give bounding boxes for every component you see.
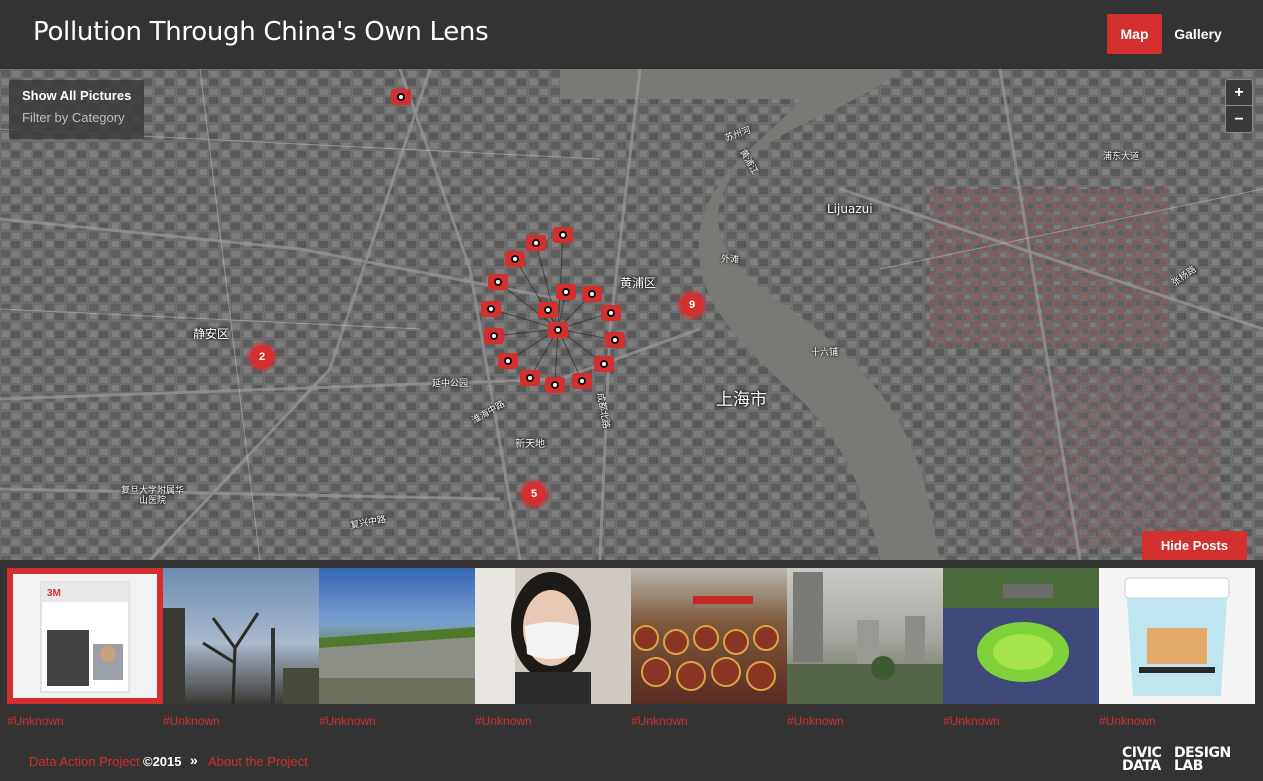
area-label-xintiandi: 新天地	[515, 439, 545, 450]
gallery-item[interactable]: #Unknown	[631, 568, 787, 728]
mask-box-illustration: 3M	[40, 581, 130, 693]
gallery-item-tag[interactable]: #Unknown	[163, 714, 220, 728]
island-illustration	[943, 568, 1099, 682]
gallery-item[interactable]: 3M #Unknown	[7, 568, 163, 728]
smoggy-city-photo[interactable]	[787, 568, 943, 704]
woman-mask-photo[interactable]	[475, 568, 631, 704]
gallery-item-tag[interactable]: #Unknown	[943, 714, 1000, 728]
zoom-out-button[interactable]: −	[1226, 107, 1252, 133]
photo-pin[interactable]	[594, 356, 614, 372]
photo-pin[interactable]	[545, 377, 565, 393]
bad-air-sponge-photo[interactable]	[1099, 568, 1255, 704]
gallery-item[interactable]: #Unknown	[787, 568, 943, 728]
photo-pin[interactable]	[572, 373, 592, 389]
site-footer: Data Action Project ©2015 » About the Pr…	[0, 730, 1263, 781]
area-label-shiliupu: 十六铺	[811, 348, 839, 358]
photo-pin[interactable]	[582, 286, 602, 302]
photo-pin[interactable]	[484, 328, 504, 344]
photo-cluster[interactable]: 5	[519, 479, 549, 509]
gallery-item-tag[interactable]: #Unknown	[319, 714, 376, 728]
gallery-item-tag[interactable]: #Unknown	[631, 714, 688, 728]
photo-pin[interactable]	[601, 305, 621, 321]
area-label-waitan: 外滩	[721, 255, 740, 265]
photo-pin[interactable]	[520, 370, 540, 386]
city-skyline-illustration	[787, 572, 943, 704]
satellite-map-background[interactable]	[0, 69, 1263, 560]
area-label-fudan: 复旦大学附属华 山医院	[121, 486, 185, 506]
photo-pin[interactable]	[538, 302, 558, 318]
site-title[interactable]: Pollution Through China's Own Lens	[33, 17, 489, 47]
gallery-item[interactable]: #Unknown	[319, 568, 475, 728]
photo-cluster[interactable]: 9	[677, 290, 707, 320]
logo-word-data: DATA	[1122, 758, 1161, 774]
site-header: Pollution Through China's Own Lens Map G…	[0, 0, 1263, 69]
nav-map-button[interactable]: Map	[1107, 14, 1162, 54]
civic-data-design-lab-logo[interactable]: CIVIC DESIGN DATA LAB	[1122, 746, 1231, 774]
gallery-item-tag[interactable]: #Unknown	[475, 714, 532, 728]
crowd-ceremony-photo[interactable]	[631, 568, 787, 704]
photo-pin[interactable]	[553, 227, 573, 243]
sky-tree-photo[interactable]	[163, 568, 319, 704]
photo-pin[interactable]	[505, 251, 525, 267]
gallery-item[interactable]: #Unknown	[1099, 568, 1255, 728]
road-label-pudong: 浦东大道	[1103, 152, 1140, 162]
breadcrumb-separator: »	[190, 752, 198, 768]
nav-gallery-link[interactable]: Gallery	[1170, 14, 1226, 54]
map-view[interactable]: 静安区 黄浦区 上海市 Lijuazui 新天地 复旦大学附属华 山医院 延中公…	[0, 69, 1263, 560]
wall-illustration	[319, 627, 475, 704]
gallery-item[interactable]: #Unknown	[475, 568, 631, 728]
photo-gallery-strip: 3M #Unknown #Unknown #Unknown #Unknown #…	[0, 560, 1263, 730]
tree-silhouette	[163, 608, 319, 704]
photo-pin[interactable]	[548, 322, 568, 338]
copyright-text: ©2015	[143, 754, 182, 769]
photo-pin[interactable]	[481, 301, 501, 317]
gallery-item-tag[interactable]: #Unknown	[1099, 714, 1156, 728]
green-island-photo[interactable]	[943, 568, 1099, 704]
photo-cluster[interactable]: 2	[247, 342, 277, 372]
zoom-control: + −	[1225, 79, 1253, 133]
show-all-pictures-button[interactable]: Show All Pictures	[22, 88, 131, 103]
svg-text:3M: 3M	[47, 588, 61, 599]
gallery-item[interactable]: #Unknown	[943, 568, 1099, 728]
photo-pin[interactable]	[556, 284, 576, 300]
gallery-item[interactable]: #Unknown	[163, 568, 319, 728]
gallery-item-tag[interactable]: #Unknown	[787, 714, 844, 728]
area-label-yanan: 延中公园	[432, 379, 469, 389]
wall-garden-photo[interactable]	[319, 568, 475, 704]
zoom-in-button[interactable]: +	[1226, 80, 1252, 106]
photo-pin[interactable]	[488, 274, 508, 290]
filter-by-category-dropdown[interactable]: Filter by Category	[22, 110, 125, 125]
mask-box-photo[interactable]: 3M	[7, 568, 163, 704]
area-label-lujiazui: Lijuazui	[827, 202, 873, 216]
data-action-project-link[interactable]: Data Action Project	[29, 754, 140, 769]
photo-pin[interactable]	[391, 89, 411, 105]
hide-posts-button[interactable]: Hide Posts	[1142, 531, 1247, 560]
photo-pin[interactable]	[526, 235, 546, 251]
district-label-jingan: 静安区	[193, 327, 230, 341]
photo-pin[interactable]	[605, 332, 625, 348]
crowd-illustration	[633, 596, 779, 691]
gallery-item-tag[interactable]: #Unknown	[7, 714, 64, 728]
filter-panel: Show All Pictures Filter by Category	[9, 80, 144, 139]
about-project-link[interactable]: About the Project	[208, 754, 308, 769]
bad-air-sponge-illustration	[1124, 577, 1230, 696]
city-label-shanghai: 上海市	[716, 390, 767, 410]
photo-pin[interactable]	[498, 353, 518, 369]
district-label-huangpu: 黄浦区	[620, 276, 657, 290]
woman-mask-illustration	[475, 568, 591, 704]
logo-word-lab: LAB	[1174, 758, 1203, 774]
